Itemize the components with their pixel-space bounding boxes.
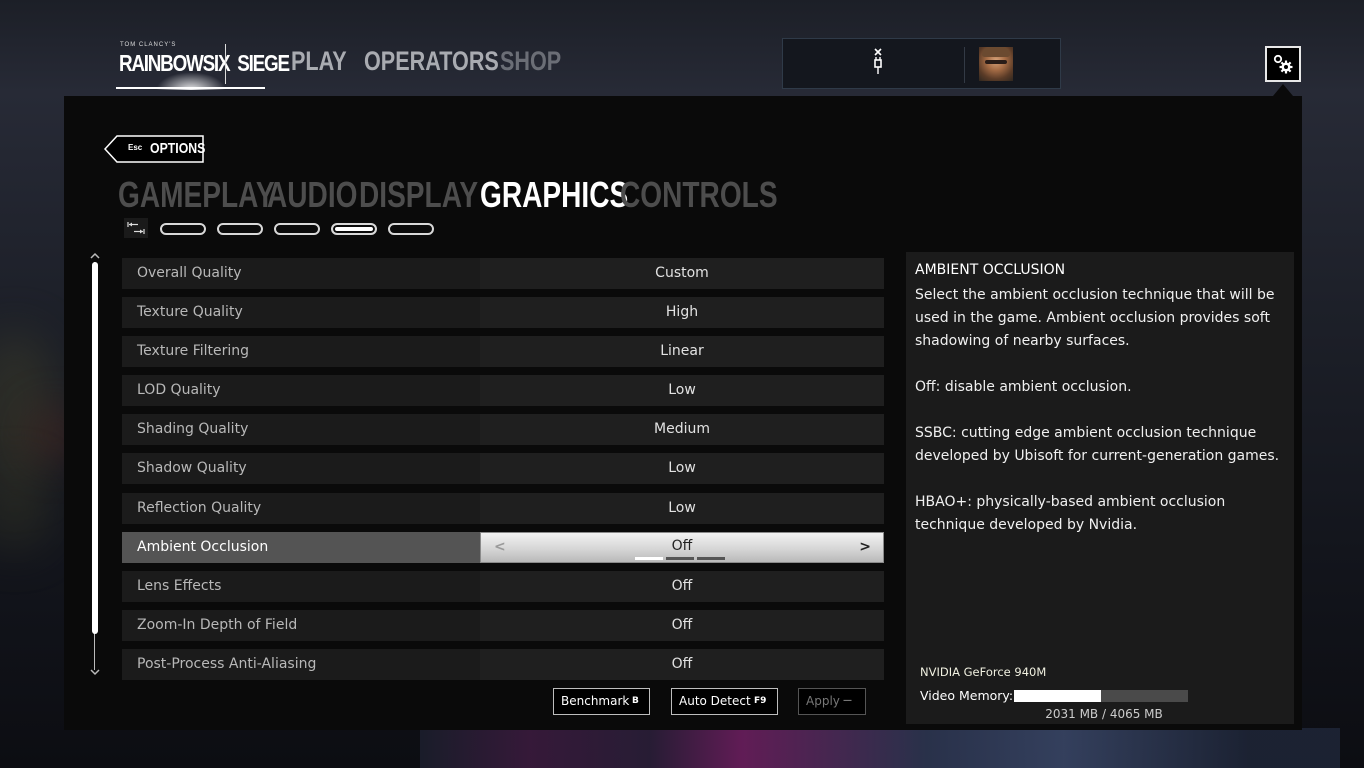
description-body: Select the ambient occlusion technique t…	[915, 287, 1280, 533]
setting-label: Lens Effects	[122, 570, 480, 602]
setting-value[interactable]: Off	[480, 648, 884, 680]
nav-play[interactable]: PLAY	[291, 46, 347, 77]
setting-row-lens-effects[interactable]: Lens Effects Off	[122, 570, 884, 602]
subtab-5[interactable]	[388, 223, 434, 235]
setting-row-post-process-anti-aliasing[interactable]: Post-Process Anti-Aliasing Off	[122, 648, 884, 680]
setting-value[interactable]: Medium	[480, 414, 884, 446]
setting-row-shading-quality[interactable]: Shading Quality Medium	[122, 414, 884, 446]
setting-value[interactable]: Low	[480, 492, 884, 524]
subtab-3[interactable]	[274, 223, 320, 235]
settings-button[interactable]	[1265, 46, 1301, 82]
setting-row-overall-quality[interactable]: Overall Quality Custom	[122, 258, 884, 289]
benchmark-label: Benchmark	[561, 694, 630, 708]
tab-display[interactable]: DISPLAY	[359, 174, 478, 216]
apply-key-hint: —	[843, 696, 852, 706]
logo-text: RAINBOWSIX SIEGE	[119, 50, 290, 76]
setting-label: Reflection Quality	[122, 492, 480, 524]
tab-gameplay[interactable]: GAMEPLAY	[118, 174, 275, 216]
setting-selector[interactable]: < Off >	[480, 531, 884, 563]
background-blur	[0, 470, 50, 550]
auto-detect-button[interactable]: Auto Detect F9	[671, 688, 778, 715]
avatar-hair	[982, 47, 1010, 57]
logo-subtitle: TOM CLANCY'S	[120, 42, 177, 48]
apply-button[interactable]: Apply —	[798, 688, 866, 715]
setting-row-zoom-in-depth-of-field[interactable]: Zoom-In Depth of Field Off	[122, 609, 884, 641]
back-options-button[interactable]: Esc OPTIONS	[104, 135, 206, 163]
auto-detect-key-hint: F9	[754, 696, 767, 706]
setting-label: Texture Filtering	[122, 336, 480, 368]
setting-label: Shadow Quality	[122, 453, 480, 485]
nav-operators[interactable]: OPERATORS	[364, 46, 499, 77]
setting-description-panel: AMBIENT OCCLUSION Select the ambient occ…	[906, 252, 1294, 724]
subtab-2[interactable]	[217, 223, 263, 235]
next-option-arrow-icon[interactable]: >	[859, 533, 871, 562]
setting-row-texture-filtering[interactable]: Texture Filtering Linear	[122, 336, 884, 368]
setting-row-lod-quality[interactable]: LOD Quality Low	[122, 375, 884, 407]
tab-audio[interactable]: AUDIO	[267, 174, 357, 216]
setting-row-texture-quality[interactable]: Texture Quality High	[122, 297, 884, 329]
status-divider	[964, 47, 965, 83]
setting-row-shadow-quality[interactable]: Shadow Quality Low	[122, 453, 884, 485]
setting-value[interactable]: Custom	[480, 258, 884, 289]
setting-label: Zoom-In Depth of Field	[122, 609, 480, 641]
setting-label: Post-Process Anti-Aliasing	[122, 648, 480, 680]
setting-row-reflection-quality[interactable]: Reflection Quality Low	[122, 492, 884, 524]
apply-label: Apply	[806, 694, 840, 708]
menu-pointer	[1273, 84, 1293, 96]
tab-controls[interactable]: CONTROLS	[620, 174, 778, 216]
option-dot	[666, 556, 694, 560]
setting-value[interactable]: Linear	[480, 336, 884, 368]
setting-value[interactable]: High	[480, 297, 884, 329]
video-memory-fill	[1014, 690, 1101, 702]
setting-value[interactable]: Low	[480, 453, 884, 485]
game-logo[interactable]: TOM CLANCY'S RAINBOWSIX SIEGE	[116, 40, 290, 90]
back-label: OPTIONS	[150, 140, 206, 157]
setting-value[interactable]: Low	[480, 375, 884, 407]
description-title: AMBIENT OCCLUSION	[915, 262, 1066, 278]
setting-label: LOD Quality	[122, 375, 480, 407]
player-status-box	[782, 38, 1061, 89]
nav-shop[interactable]: SHOP	[500, 46, 561, 77]
video-memory-label: Video Memory:	[920, 688, 1014, 703]
setting-label: Overall Quality	[122, 258, 480, 289]
setting-value[interactable]: Off	[480, 609, 884, 641]
gears-icon	[1273, 54, 1293, 74]
setting-label: Texture Quality	[122, 297, 480, 329]
tab-graphics[interactable]: GRAPHICS	[480, 174, 628, 216]
tab-switch-icon[interactable]	[124, 218, 148, 238]
video-memory-text: 2031 MB / 4065 MB	[1045, 707, 1163, 721]
avatar[interactable]	[979, 47, 1013, 81]
options-panel: Esc OPTIONS GAMEPLAY AUDIO DISPLAY GRAPH…	[64, 96, 1302, 730]
disconnected-plug-icon[interactable]	[871, 48, 885, 78]
setting-value[interactable]: Off	[480, 570, 884, 602]
graphics-settings-list: Overall Quality Custom Texture Quality H…	[122, 258, 884, 688]
scrollbar-thumb[interactable]	[92, 262, 98, 634]
setting-label: Shading Quality	[122, 414, 480, 446]
gpu-name: NVIDIA GeForce 940M	[920, 665, 1047, 679]
option-indicator	[635, 556, 735, 560]
scroll-up-button[interactable]	[89, 252, 101, 262]
setting-value: Off	[671, 537, 693, 554]
benchmark-button[interactable]: Benchmark B	[553, 688, 650, 715]
option-dot	[635, 556, 663, 560]
video-memory-bar	[1014, 690, 1188, 702]
subtab-1[interactable]	[160, 223, 206, 235]
esc-key-hint: Esc	[128, 143, 143, 152]
option-dot	[697, 556, 725, 560]
subtab-4[interactable]	[331, 223, 377, 235]
avatar-shades	[985, 60, 1007, 64]
auto-detect-label: Auto Detect	[679, 694, 751, 708]
previous-option-arrow-icon[interactable]: <	[494, 533, 506, 562]
setting-row-ambient-occlusion[interactable]: Ambient Occlusion < Off >	[122, 531, 884, 563]
scroll-down-button[interactable]	[89, 668, 101, 678]
background-scene	[420, 728, 1340, 768]
active-nav-underline	[116, 87, 265, 89]
logo-divider	[225, 44, 226, 84]
setting-label: Ambient Occlusion	[122, 531, 480, 563]
benchmark-key-hint: B	[632, 696, 639, 706]
